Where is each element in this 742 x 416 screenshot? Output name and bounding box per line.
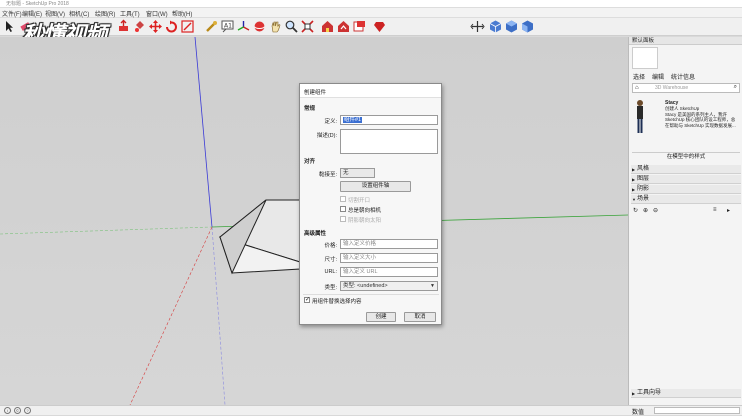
svg-text:A1: A1 xyxy=(224,23,232,30)
model-styles-dropdown[interactable]: 在模型中的样式 xyxy=(632,152,740,161)
section-scenes[interactable]: 场景 xyxy=(631,195,741,204)
section-instructor[interactable]: 工具向导 xyxy=(631,389,741,398)
search-icon[interactable]: ⌕ xyxy=(734,84,737,91)
window-titlebar: 无标题 - SketchUp Pro 2018 xyxy=(0,0,742,8)
zoom-icon[interactable] xyxy=(284,19,299,34)
cut-opening-checkbox[interactable] xyxy=(340,196,346,202)
select-icon[interactable] xyxy=(2,19,17,34)
list-view-icon[interactable]: ≡ xyxy=(713,207,717,213)
tape-measure-icon[interactable] xyxy=(204,19,219,34)
create-component-dialog: 创建组件 × 常规 定义: 组件#1 描述(D): 对齐 黏接至: 无 设置组件… xyxy=(299,83,442,325)
url-label: URL: xyxy=(324,269,337,275)
description-label: 描述(D): xyxy=(316,133,337,139)
create-button[interactable]: 创建 xyxy=(366,312,396,322)
remove-scene-icon[interactable]: ⊖ xyxy=(653,207,658,214)
replace-selection-checkbox[interactable] xyxy=(304,296,310,303)
zoom-extents-icon[interactable] xyxy=(300,19,315,34)
green-axis-negative xyxy=(0,226,213,235)
glue-to-select[interactable]: 无 xyxy=(340,168,375,178)
section-alignment: 对齐 xyxy=(304,159,316,165)
tab-statistics[interactable]: 统计信息 xyxy=(671,72,695,81)
layout-icon[interactable] xyxy=(352,19,367,34)
blue-axis-negative xyxy=(211,226,226,405)
main-toolbar: A1 xyxy=(0,18,742,36)
section-plane-icon[interactable] xyxy=(470,19,485,34)
definition-label: 定义: xyxy=(324,119,337,125)
tab-edit[interactable]: 编辑 xyxy=(652,72,664,81)
measurements-input[interactable] xyxy=(654,407,740,414)
section-shadows[interactable]: 阴影 xyxy=(631,185,741,194)
help-icon[interactable]: ? xyxy=(24,407,31,414)
paint-bucket-icon[interactable] xyxy=(132,19,147,34)
price-label: 价格: xyxy=(324,243,337,249)
set-component-axes-button[interactable]: 设置组件轴 xyxy=(340,181,411,192)
cancel-button[interactable]: 取消 xyxy=(404,312,436,322)
search-input[interactable]: 3D Warehouse xyxy=(655,85,688,91)
credits-icon[interactable]: © xyxy=(14,407,21,414)
move-icon[interactable] xyxy=(148,19,163,34)
menu-file[interactable]: 文件(F) xyxy=(2,9,22,18)
rotate-icon[interactable] xyxy=(164,19,179,34)
menu-help[interactable]: 帮助(H) xyxy=(172,9,192,18)
section-styles[interactable]: 风格 xyxy=(631,165,741,174)
menu-window[interactable]: 窗口(W) xyxy=(146,9,168,18)
shadows-face-sun-checkbox[interactable] xyxy=(340,216,346,222)
chevron-down-icon: ▼ xyxy=(430,283,435,289)
close-icon[interactable]: × xyxy=(304,88,437,97)
window-title: 无标题 - SketchUp Pro 2018 xyxy=(6,1,69,7)
menu-tools[interactable]: 工具(T) xyxy=(120,9,140,18)
section-advanced: 高级属性 xyxy=(304,231,327,237)
glue-to-label: 黏接至: xyxy=(318,172,337,178)
definition-value: 组件#1 xyxy=(343,117,363,123)
geo-location-icon[interactable]: i xyxy=(4,407,11,414)
tray-header: 默认面板 xyxy=(629,37,742,45)
home-icon[interactable]: ⌂ xyxy=(635,85,639,91)
blue-axis xyxy=(194,37,213,228)
type-label: 类型: xyxy=(324,285,337,291)
details-icon[interactable]: ▸ xyxy=(727,207,730,214)
default-tray: 默认面板 选择 编辑 统计信息 ⌂ 3D Warehouse ⌕ Stacy 创… xyxy=(628,37,742,405)
tab-select[interactable]: 选择 xyxy=(633,72,645,81)
ruby-icon[interactable] xyxy=(372,19,387,34)
face-camera-checkbox[interactable] xyxy=(340,206,346,212)
extension-warehouse-icon[interactable] xyxy=(336,19,351,34)
axes-icon[interactable] xyxy=(236,19,251,34)
price-field[interactable]: 输入定义价格 xyxy=(340,239,438,249)
dialog-divider xyxy=(303,294,439,295)
size-field[interactable]: 输入定义大小 xyxy=(340,253,438,263)
dialog-titlebar: 创建组件 × xyxy=(300,84,441,98)
type-select[interactable]: 类型: <undefined> ▼ xyxy=(340,281,438,291)
shadows-face-sun-label: 阴影朝向太阳 xyxy=(348,218,382,224)
orbit-icon[interactable] xyxy=(252,19,267,34)
menu-bar: 文件(F) 编辑(E) 视图(V) 相机(C) 绘图(R) 工具(T) 窗口(W… xyxy=(0,8,742,18)
cut-opening-label: 切割开口 xyxy=(348,198,371,204)
section-layers[interactable]: 图层 xyxy=(631,175,741,184)
description-field[interactable] xyxy=(340,129,438,154)
section-general: 常规 xyxy=(304,106,316,112)
refresh-icon[interactable]: ↻ xyxy=(633,207,638,214)
url-field[interactable]: 输入定义 URL xyxy=(340,267,438,277)
status-bar: i © ? 数值 xyxy=(0,405,742,416)
definition-field[interactable]: 组件#1 xyxy=(340,115,438,125)
view-iso-icon[interactable] xyxy=(488,19,503,34)
push-pull-icon[interactable] xyxy=(116,19,131,34)
view-front-icon[interactable] xyxy=(520,19,535,34)
component-thumbnail xyxy=(635,99,645,135)
warehouse-search[interactable]: ⌂ 3D Warehouse ⌕ xyxy=(632,83,740,93)
scale-icon[interactable] xyxy=(180,19,195,34)
face-camera-label: 总是朝向相机 xyxy=(348,208,382,214)
warehouse-icon[interactable] xyxy=(320,19,335,34)
size-label: 尺寸: xyxy=(324,257,337,263)
component-description: 创建人 SketchUp Stacy 是美国的系列主人，我许 SketchUp … xyxy=(665,106,736,128)
scenes-toolbar: ↻ ⊕ ⊖ ≡ ▸ xyxy=(633,207,739,215)
replace-selection-label: 用组件替换选择内容 xyxy=(312,299,362,305)
pan-icon[interactable] xyxy=(268,19,283,34)
view-top-icon[interactable] xyxy=(504,19,519,34)
component-preview-icon xyxy=(632,47,658,69)
add-scene-icon[interactable]: ⊕ xyxy=(643,207,648,214)
red-axis xyxy=(129,226,213,405)
text-icon[interactable]: A1 xyxy=(220,19,235,34)
